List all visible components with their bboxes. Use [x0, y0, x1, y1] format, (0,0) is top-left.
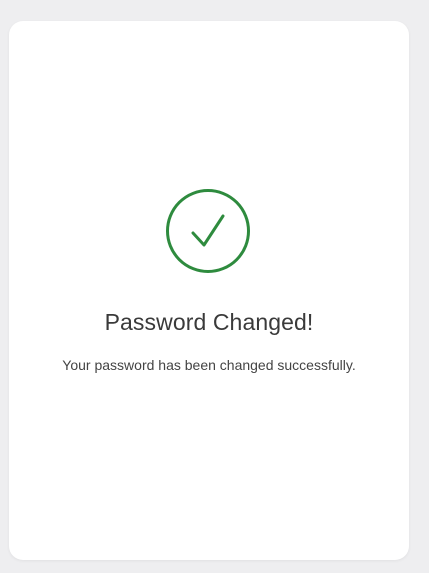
page-title: Password Changed! [104, 309, 314, 335]
check-circle-icon [166, 189, 250, 273]
success-message: Your password has been changed successfu… [62, 357, 356, 373]
success-card: Password Changed! Your password has been… [9, 21, 409, 560]
